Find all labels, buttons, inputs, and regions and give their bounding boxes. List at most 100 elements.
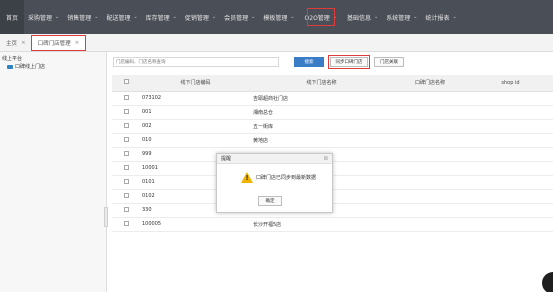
chevron-down-icon: ⌄ bbox=[172, 14, 177, 20]
shop-id bbox=[468, 133, 553, 148]
nav-o2o[interactable]: O2O管理 ⌄ bbox=[299, 0, 343, 34]
nav-template[interactable]: 模板管理 ⌄ bbox=[259, 0, 298, 34]
checkbox[interactable] bbox=[123, 136, 129, 142]
store-name: 湘南总仓 bbox=[251, 105, 392, 120]
table-row[interactable]: 002 五一街库 bbox=[112, 119, 553, 134]
table-header-row: 线下门店编码 线下门店名称 口碑门店名称 shop id bbox=[112, 75, 553, 92]
chevron-down-icon: ⌄ bbox=[211, 14, 217, 20]
tree-node-label: 口碑线上门店 bbox=[15, 64, 46, 70]
checkbox[interactable] bbox=[123, 108, 129, 114]
tab-home[interactable]: 主页 × bbox=[0, 35, 32, 50]
chevron-down-icon: ⌄ bbox=[251, 14, 256, 20]
ok-button[interactable]: 确定 bbox=[258, 196, 282, 206]
shop-id bbox=[468, 105, 553, 120]
search-button[interactable]: 搜索 bbox=[294, 57, 324, 67]
shop-id bbox=[468, 161, 553, 176]
row-checkbox-cell[interactable] bbox=[112, 217, 140, 232]
chevron-down-icon: ⌄ bbox=[290, 14, 295, 20]
table-row[interactable]: 010 黄地店 bbox=[112, 133, 553, 148]
row-checkbox-cell[interactable] bbox=[112, 105, 140, 120]
checkbox[interactable] bbox=[123, 94, 129, 100]
store-name: 长沙开福5店 bbox=[251, 217, 392, 232]
floating-circle-button[interactable] bbox=[542, 272, 553, 292]
row-checkbox-cell[interactable] bbox=[112, 175, 140, 190]
chevron-down-icon: ⌄ bbox=[413, 14, 418, 20]
row-checkbox-cell[interactable] bbox=[112, 189, 140, 204]
sidebar-collapse-handle[interactable] bbox=[104, 207, 108, 227]
store-code: 002 bbox=[140, 119, 251, 134]
nav-label: 统计报表 bbox=[425, 14, 450, 22]
nav-inventory[interactable]: 库存管理 ⌄ bbox=[142, 0, 181, 34]
checkbox[interactable] bbox=[123, 178, 129, 184]
nav-sales[interactable]: 销售管理 ⌄ bbox=[63, 0, 102, 34]
toolbar: 搜索 同步口碑门店 门店关联 bbox=[108, 52, 553, 72]
chevron-down-icon: ⌄ bbox=[374, 14, 379, 20]
dialog-title: 提醒 bbox=[221, 156, 232, 162]
chevron-down-icon: ⌄ bbox=[55, 14, 60, 20]
table-row[interactable]: 001 湘南总仓 bbox=[112, 105, 553, 120]
dialog-message: 口碑门店已同步到最新数据 bbox=[256, 175, 317, 181]
checkbox[interactable] bbox=[123, 164, 129, 170]
koubei-name bbox=[392, 119, 468, 134]
row-checkbox-cell[interactable] bbox=[112, 91, 140, 106]
folder-icon bbox=[7, 64, 13, 69]
tree-root-online-platform[interactable]: 线上平台 bbox=[0, 52, 106, 63]
nav-label: 会员管理 bbox=[224, 14, 249, 22]
checkbox[interactable] bbox=[123, 150, 129, 156]
checkbox[interactable] bbox=[123, 206, 129, 212]
column-header: 线下门店名称 bbox=[251, 75, 392, 92]
koubei-name bbox=[392, 147, 468, 162]
koubei-name bbox=[392, 91, 468, 106]
shop-id bbox=[468, 217, 553, 232]
column-header: shop id bbox=[468, 75, 553, 92]
nav-purchase[interactable]: 采购管理 ⌄ bbox=[24, 0, 63, 34]
table-row[interactable]: 073102 吉耶超商社门店 bbox=[112, 91, 553, 106]
koubei-name bbox=[392, 189, 468, 204]
chevron-down-icon: ⌄ bbox=[332, 14, 337, 20]
tree-node-koubei-stores[interactable]: 口碑线上门店 bbox=[0, 63, 106, 70]
close-icon[interactable]: × bbox=[75, 40, 80, 46]
store-name: 黄地店 bbox=[251, 133, 392, 148]
table-row[interactable]: 100005 长沙开福5店 bbox=[112, 217, 553, 232]
chevron-down-icon: ⌄ bbox=[133, 14, 138, 20]
search-input[interactable] bbox=[113, 57, 279, 67]
store-name: 五一街库 bbox=[251, 119, 392, 134]
nav-label: 系统管理 bbox=[386, 14, 411, 22]
checkbox[interactable] bbox=[123, 122, 129, 128]
nav-label: 模板管理 bbox=[263, 14, 288, 22]
store-name: 吉耶超商社门店 bbox=[251, 91, 392, 106]
nav-label: 基础信息 bbox=[347, 14, 372, 22]
nav-reports[interactable]: 统计报表 ⌄ bbox=[421, 0, 460, 34]
nav-member[interactable]: 会员管理 ⌄ bbox=[220, 0, 259, 34]
close-icon[interactable]: ☒ bbox=[324, 156, 328, 162]
warning-icon bbox=[241, 172, 253, 183]
nav-system[interactable]: 系统管理 ⌄ bbox=[382, 0, 421, 34]
store-code: 001 bbox=[140, 105, 251, 120]
shop-id bbox=[468, 189, 553, 204]
nav-promotion[interactable]: 促销管理 ⌄ bbox=[181, 0, 220, 34]
row-checkbox-cell[interactable] bbox=[112, 119, 140, 134]
nav-label: 采购管理 bbox=[28, 14, 53, 22]
nav-home[interactable]: 首页 bbox=[0, 0, 24, 34]
close-icon[interactable]: × bbox=[21, 40, 26, 46]
row-checkbox-cell[interactable] bbox=[112, 203, 140, 218]
sync-koubei-stores-button[interactable]: 同步口碑门店 bbox=[328, 55, 370, 69]
row-checkbox-cell[interactable] bbox=[112, 133, 140, 148]
nav-delivery[interactable]: 配送管理 ⌄ bbox=[102, 0, 141, 34]
tab-koubei-store-management[interactable]: 口碑门店管理 × bbox=[30, 34, 87, 51]
column-header: 线下门店编码 bbox=[140, 75, 251, 92]
shop-id bbox=[468, 175, 553, 190]
tab-label: 口碑门店管理 bbox=[37, 40, 71, 47]
checkbox[interactable] bbox=[123, 192, 129, 198]
checkbox[interactable] bbox=[123, 220, 129, 226]
koubei-name bbox=[392, 203, 468, 218]
store-link-button[interactable]: 门店关联 bbox=[374, 57, 404, 67]
shop-id bbox=[468, 203, 553, 218]
row-checkbox-cell[interactable] bbox=[112, 161, 140, 176]
checkbox[interactable] bbox=[123, 79, 129, 85]
nav-basic-info[interactable]: 基础信息 ⌄ bbox=[343, 0, 382, 34]
shop-id bbox=[468, 91, 553, 106]
nav-label: O2O管理 bbox=[304, 14, 330, 22]
select-all-checkbox[interactable] bbox=[112, 75, 140, 92]
row-checkbox-cell[interactable] bbox=[112, 147, 140, 162]
